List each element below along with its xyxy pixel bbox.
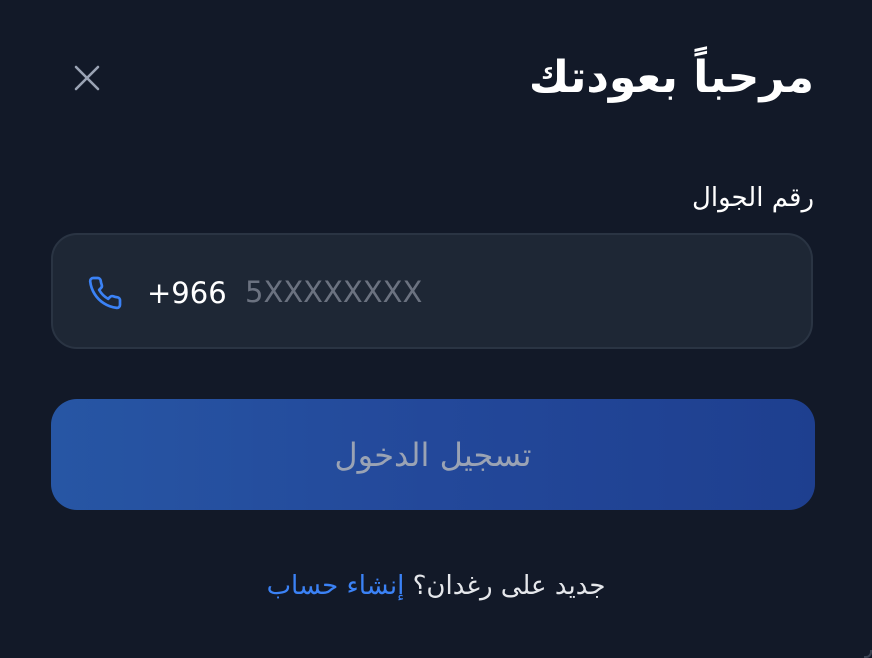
signup-row: جديد على رغدان؟ إنشاء حساب — [0, 566, 872, 606]
phone-label: رقم الجوال — [691, 183, 814, 213]
close-button[interactable] — [66, 57, 108, 99]
login-button[interactable]: تسجيل الدخول — [51, 399, 815, 510]
login-button-label: تسجيل الدخول — [334, 435, 532, 474]
phone-icon — [88, 276, 122, 310]
signup-prompt: جديد على رغدان؟ — [412, 571, 606, 601]
signup-link[interactable]: إنشاء حساب — [267, 571, 405, 601]
phone-input[interactable] — [245, 268, 765, 316]
close-icon — [74, 65, 100, 91]
resize-handle — [864, 650, 872, 658]
phone-field[interactable]: +966 — [51, 233, 813, 349]
country-code: +966 — [147, 276, 227, 310]
modal-title: مرحباً بعودتك — [528, 52, 814, 103]
login-modal: مرحباً بعودتك رقم الجوال +966 تسجيل الدخ… — [0, 0, 872, 658]
